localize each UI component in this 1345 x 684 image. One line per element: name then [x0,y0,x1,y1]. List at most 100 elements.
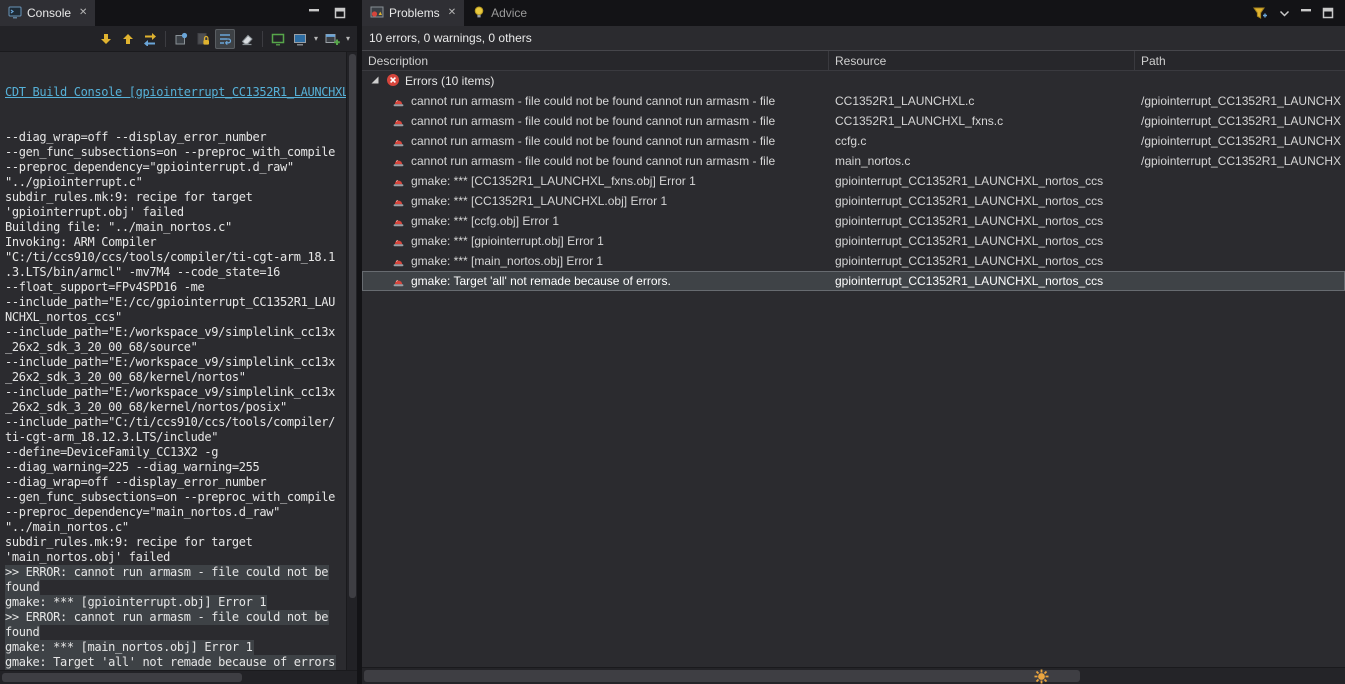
problem-row[interactable]: gmake: *** [gpiointerrupt.obj] Error 1 g… [362,231,1345,251]
console-line: subdir_rules.mk:9: recipe for target [5,190,253,204]
tab-advice[interactable]: Advice [464,0,535,26]
column-header-path[interactable]: Path [1135,51,1345,70]
minimize-icon[interactable] [307,6,321,20]
error-marker-icon [392,235,405,248]
advice-tab-label: Advice [491,6,528,20]
filter-icon[interactable] [1249,3,1269,23]
open-console-icon[interactable] [290,29,310,49]
problem-description: gmake: *** [main_nortos.obj] Error 1 [411,254,604,268]
table-empty-area [362,291,1345,667]
problem-description: cannot run armasm - file could not be fo… [411,114,776,128]
problem-row[interactable]: gmake: *** [ccfg.obj] Error 1 gpiointerr… [362,211,1345,231]
problem-description-cell: cannot run armasm - file could not be fo… [362,151,829,171]
chevron-down-icon[interactable]: ▾ [312,34,320,43]
minimize-icon[interactable] [1299,6,1313,20]
problem-description-cell: gmake: *** [gpiointerrupt.obj] Error 1 [362,231,829,251]
console-line: --diag_wrap=off --display_error_number [5,475,267,489]
show-error-in-editor-icon[interactable] [140,29,160,49]
display-selected-console-icon[interactable] [268,29,288,49]
column-header-description[interactable]: Description [362,51,829,70]
error-marker-icon [392,195,405,208]
problems-summary: 10 errors, 0 warnings, 0 others [369,31,532,45]
problem-resource: CC1352R1_LAUNCHXL_fxns.c [835,114,1004,128]
problem-row[interactable]: cannot run armasm - file could not be fo… [362,91,1345,111]
console-line: --preproc_dependency="gpiointerrupt.d_ra… [5,160,294,174]
maximize-icon[interactable] [1321,6,1335,20]
error-marker-icon [392,115,405,128]
problems-rows: cannot run armasm - file could not be fo… [362,91,1345,291]
next-error-icon[interactable] [96,29,116,49]
scroll-lock-icon[interactable] [193,29,213,49]
problems-panel: Problems ✕ Advice 10 errors, 0 warnings,… [362,0,1345,684]
console-vertical-scrollbar[interactable] [346,52,357,670]
tab-console[interactable]: Console ✕ [0,0,96,26]
problem-resource: main_nortos.c [835,154,911,168]
problem-description: gmake: *** [ccfg.obj] Error 1 [411,214,560,228]
problem-description: gmake: Target 'all' not remade because o… [411,274,671,288]
problems-tabstrip: Problems ✕ Advice [362,0,1345,26]
console-horizontal-scrollbar[interactable] [0,670,357,684]
error-marker-icon [392,175,405,188]
console-line: --include_path="C:/ti/ccs910/ccs/tools/c… [5,415,335,429]
problem-description-cell: gmake: *** [CC1352R1_LAUNCHXL.obj] Error… [362,191,829,211]
problems-tab-label: Problems [389,6,440,20]
console-line: --gen_func_subsections=on --preproc_with… [5,490,335,504]
problem-description-cell: cannot run armasm - file could not be fo… [362,111,829,131]
console-line: --include_path="E:/workspace_v9/simpleli… [5,385,335,399]
console-line: _26x2_sdk_3_20_00_68/kernel/nortos/posix… [5,400,287,414]
console-tab-label: Console [27,6,72,20]
problem-resource: gpiointerrupt_CC1352R1_LAUNCHXL_nortos_c… [835,234,1104,248]
new-console-icon[interactable] [322,29,342,49]
errors-group-row[interactable]: Errors (10 items) [362,71,1345,91]
console-line: --include_path="E:/cc/gpiointerrupt_CC13… [5,295,335,309]
problem-row[interactable]: cannot run armasm - file could not be fo… [362,151,1345,171]
problem-description-cell: cannot run armasm - file could not be fo… [362,131,829,151]
scrollbar-thumb[interactable] [364,670,1080,682]
problem-resource: CC1352R1_LAUNCHXL.c [835,94,975,108]
console-line: NCHXL_nortos_ccs" [5,310,122,324]
console-tab-icon [8,5,22,22]
clear-console-icon[interactable] [237,29,257,49]
problem-row[interactable]: gmake: *** [CC1352R1_LAUNCHXL_fxns.obj] … [362,171,1345,191]
problem-path: /gpiointerrupt_CC1352R1_LAUNCHX [1141,114,1342,128]
error-marker-icon [392,95,405,108]
problem-path: /gpiointerrupt_CC1352R1_LAUNCHX [1141,94,1342,108]
close-icon[interactable]: ✕ [79,8,87,18]
previous-error-icon[interactable] [118,29,138,49]
console-output: CDT Build Console [gpiointerrupt_CC1352R… [0,52,346,670]
maximize-icon[interactable] [333,6,347,20]
problem-row[interactable]: gmake: Target 'all' not remade because o… [362,271,1345,291]
console-line: "../gpiointerrupt.c" [5,175,143,189]
errors-group-icon [386,73,400,90]
problem-row[interactable]: gmake: *** [main_nortos.obj] Error 1 gpi… [362,251,1345,271]
scrollbar-thumb[interactable] [349,54,356,598]
word-wrap-icon[interactable] [215,28,235,49]
view-menu-icon[interactable] [1277,6,1291,20]
console-title: CDT Build Console [gpiointerrupt_CC1352R… [5,85,346,99]
problem-row[interactable]: cannot run armasm - file could not be fo… [362,111,1345,131]
problem-row[interactable]: gmake: *** [CC1352R1_LAUNCHXL.obj] Error… [362,191,1345,211]
problems-horizontal-scrollbar[interactable] [362,667,1345,684]
console-panel: Console ✕ ▾ ▾ CDT Build Console [gpioint… [0,0,357,684]
lightbulb-icon [472,5,486,22]
scrollbar-thumb[interactable] [2,673,242,682]
pin-console-icon[interactable] [171,29,191,49]
console-line: --float_support=FPv4SPD16 -me [5,280,205,294]
chevron-down-icon[interactable]: ▾ [344,34,352,43]
column-header-resource[interactable]: Resource [829,51,1135,70]
problem-description-cell: gmake: *** [main_nortos.obj] Error 1 [362,251,829,271]
problem-row[interactable]: cannot run armasm - file could not be fo… [362,131,1345,151]
tree-expand-icon[interactable] [368,73,381,89]
console-line: --diag_wrap=off --display_error_number [5,130,267,144]
problem-resource: gpiointerrupt_CC1352R1_LAUNCHXL_nortos_c… [835,254,1104,268]
problem-description-cell: cannot run armasm - file could not be fo… [362,91,829,111]
console-line: found [5,625,41,640]
problem-description: gmake: *** [gpiointerrupt.obj] Error 1 [411,234,604,248]
console-body: CDT Build Console [gpiointerrupt_CC1352R… [0,52,357,670]
problem-description-cell: gmake: *** [ccfg.obj] Error 1 [362,211,829,231]
close-icon[interactable]: ✕ [448,8,456,18]
toolbar-separator [165,30,166,47]
console-line: ti-cgt-arm_18.12.3.LTS/include" [5,430,219,444]
tab-problems[interactable]: Problems ✕ [362,0,465,26]
background-task-icon[interactable] [1034,669,1049,684]
